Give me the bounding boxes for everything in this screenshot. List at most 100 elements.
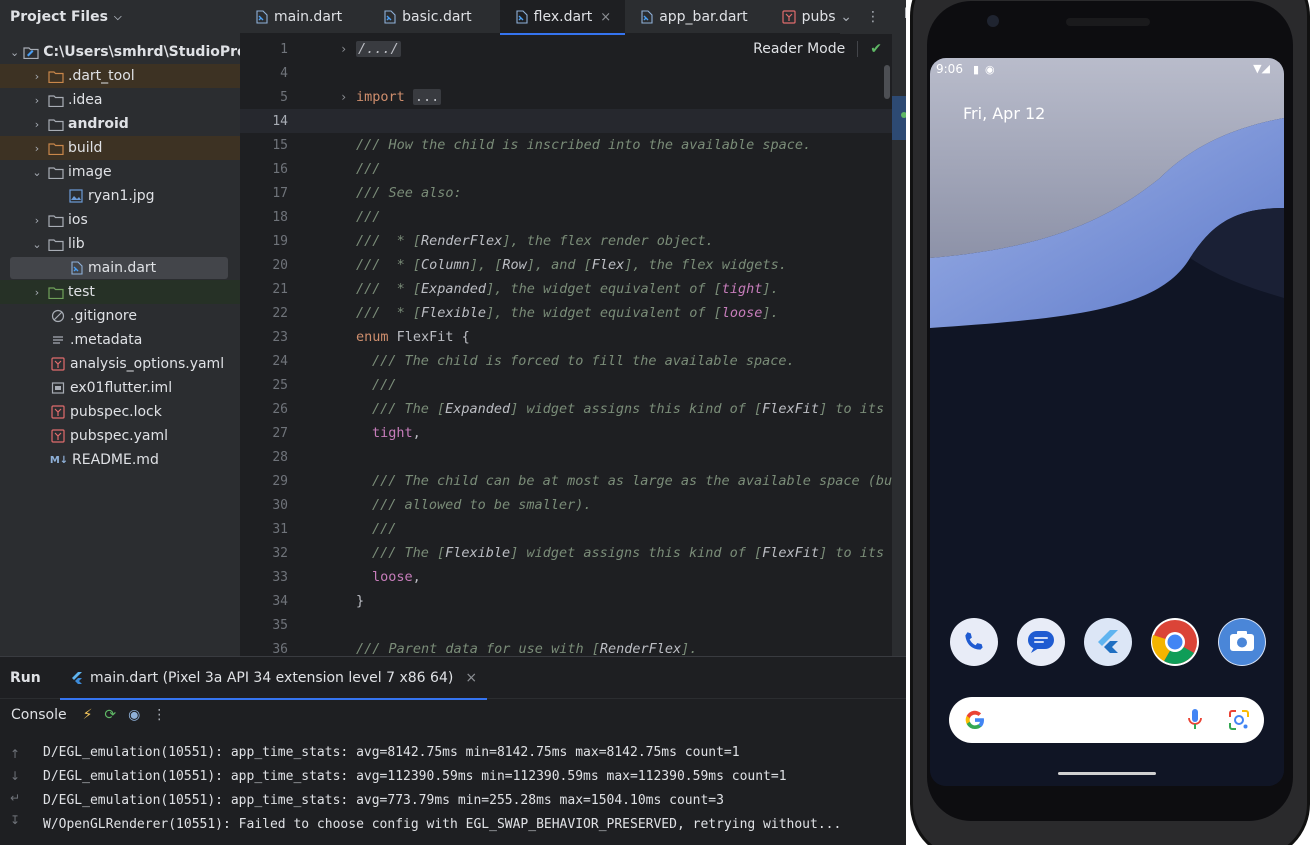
project-files-dropdown[interactable]: Project Files ⌵ bbox=[0, 0, 240, 34]
speaker-grille bbox=[1066, 18, 1150, 26]
line-number: 34 bbox=[272, 593, 288, 609]
tab-app-bar-dart[interactable]: app_bar.dart bbox=[625, 0, 761, 34]
doc-reference[interactable]: FlexFit bbox=[762, 401, 819, 417]
tree-item-main-dart[interactable]: main.dart bbox=[0, 256, 240, 280]
doc-reference[interactable]: Expanded bbox=[445, 401, 510, 417]
chrome-app-icon[interactable] bbox=[1151, 618, 1199, 666]
console-output[interactable]: ↑ ↓ ↵ ↧ D/EGL_emulation(10551): app_time… bbox=[0, 741, 908, 845]
log-line: D/EGL_emulation(10551): app_time_stats: … bbox=[43, 745, 740, 760]
doc-reference[interactable]: Column bbox=[421, 257, 470, 273]
line-number: 22 bbox=[272, 305, 288, 321]
log-line: W/OpenGLRenderer(10551): Failed to choos… bbox=[43, 817, 842, 832]
chevron-right-icon[interactable]: › bbox=[30, 142, 44, 155]
chevron-down-icon[interactable]: ⌄ bbox=[30, 238, 44, 251]
code-editor[interactable]: Reader Mode ✔ 1 › /.../ 4 5 › import ...… bbox=[240, 35, 892, 656]
code-line: 21 /// * [Expanded], the widget equivale… bbox=[240, 277, 892, 301]
phone-app-icon[interactable] bbox=[950, 618, 998, 666]
tree-item-label: main.dart bbox=[88, 260, 157, 276]
soft-wrap-icon[interactable]: ↵ bbox=[10, 791, 20, 805]
chevron-right-icon[interactable]: › bbox=[30, 286, 44, 299]
tool-window-indicator[interactable] bbox=[892, 96, 906, 140]
tree-item-idea[interactable]: › .idea bbox=[0, 88, 240, 112]
hot-reload-icon[interactable]: ⚡ bbox=[83, 707, 93, 723]
tree-item-root[interactable]: ⌄ C:\Users\smhrd\StudioProjec bbox=[0, 40, 240, 64]
google-logo-icon bbox=[965, 710, 984, 730]
tree-item-dart-tool[interactable]: › .dart_tool bbox=[0, 64, 240, 88]
more-vertical-icon[interactable]: ⋮ bbox=[866, 9, 880, 25]
run-tab-main-dart[interactable]: main.dart (Pixel 3a API 34 extension lev… bbox=[60, 657, 488, 700]
tree-item-gitignore[interactable]: .gitignore bbox=[0, 304, 240, 328]
tab-label: main.dart bbox=[274, 9, 343, 25]
fold-arrow-icon[interactable]: › bbox=[340, 42, 347, 56]
doc-reference[interactable]: RenderFlex bbox=[600, 641, 681, 656]
comment: /// * [ bbox=[356, 233, 422, 249]
doc-reference[interactable]: Expanded bbox=[421, 281, 486, 297]
microphone-icon[interactable] bbox=[1188, 709, 1202, 731]
doc-reference[interactable]: Flexible bbox=[421, 305, 486, 321]
scroll-up-icon[interactable]: ↑ bbox=[10, 747, 20, 761]
doc-reference[interactable]: Row bbox=[502, 257, 526, 273]
close-icon[interactable]: × bbox=[600, 10, 611, 25]
line-number: 25 bbox=[272, 377, 288, 393]
scroll-down-icon[interactable]: ↓ bbox=[10, 769, 20, 783]
tree-item-iml[interactable]: ex01flutter.iml bbox=[0, 376, 240, 400]
more-vertical-icon[interactable]: ⋮ bbox=[152, 707, 166, 723]
folded-region[interactable]: /.../ bbox=[356, 41, 401, 57]
tree-item-readme[interactable]: M↓ README.md bbox=[0, 448, 240, 472]
doc-reference[interactable]: tight bbox=[722, 281, 763, 297]
chevron-right-icon[interactable]: › bbox=[30, 214, 44, 227]
close-icon[interactable]: × bbox=[465, 670, 477, 686]
hot-restart-icon[interactable]: ⟳ bbox=[104, 707, 116, 723]
doc-reference[interactable]: loose bbox=[722, 305, 763, 321]
fold-arrow-icon[interactable]: › bbox=[340, 90, 347, 104]
line-number: 4 bbox=[280, 65, 288, 81]
google-lens-icon[interactable] bbox=[1227, 708, 1251, 732]
console-tab[interactable]: Console bbox=[11, 707, 67, 723]
closing-brace: } bbox=[356, 593, 365, 609]
messages-app-icon[interactable] bbox=[1017, 618, 1065, 666]
doc-reference[interactable]: FlexFit bbox=[762, 545, 819, 561]
chevron-down-icon[interactable]: ⌄ bbox=[840, 9, 852, 25]
tree-item-image[interactable]: ⌄ image bbox=[0, 160, 240, 184]
tab-pubspec[interactable]: pubs bbox=[762, 0, 850, 34]
code-line: 24 /// The child is forced to fill the a… bbox=[240, 349, 892, 373]
flutter-app-icon[interactable] bbox=[1084, 618, 1132, 666]
tree-item-ios[interactable]: › ios bbox=[0, 208, 240, 232]
chevron-down-icon[interactable]: ⌄ bbox=[30, 166, 44, 179]
tree-item-test[interactable]: › test bbox=[0, 280, 240, 304]
google-search-bar[interactable] bbox=[949, 697, 1264, 743]
doc-reference[interactable]: Flexible bbox=[445, 545, 510, 561]
doc-reference[interactable]: RenderFlex bbox=[421, 233, 502, 249]
comment: /// * [ bbox=[356, 281, 422, 297]
camera-app-icon[interactable] bbox=[1218, 618, 1266, 666]
code-line: 26 /// The [Expanded] widget assigns thi… bbox=[240, 397, 892, 421]
folded-region[interactable]: ... bbox=[412, 89, 442, 105]
ignore-file-icon bbox=[50, 308, 66, 324]
chevron-right-icon[interactable]: › bbox=[30, 118, 44, 131]
tree-item-lib[interactable]: ⌄ lib bbox=[0, 232, 240, 256]
tab-label: flex.dart bbox=[533, 9, 593, 25]
tree-item-ryan1-jpg[interactable]: ryan1.jpg bbox=[0, 184, 240, 208]
chevron-down-icon[interactable]: ⌄ bbox=[10, 46, 19, 59]
scroll-to-end-icon[interactable]: ↧ bbox=[10, 813, 20, 827]
doc-reference[interactable]: Flex bbox=[592, 257, 625, 273]
line-number: 28 bbox=[272, 449, 288, 465]
chevron-right-icon[interactable]: › bbox=[30, 94, 44, 107]
tree-item-pubspec-lock[interactable]: pubspec.lock bbox=[0, 400, 240, 424]
comment: /// bbox=[372, 521, 397, 537]
tree-item-analysis-options[interactable]: analysis_options.yaml bbox=[0, 352, 240, 376]
home-gesture-bar[interactable] bbox=[1058, 772, 1156, 775]
emulator-screen[interactable]: 9:06 ▮ ◉ ▼◢ Fri, Apr 12 bbox=[930, 58, 1284, 786]
tree-item-build[interactable]: › build bbox=[0, 136, 240, 160]
tree-item-metadata[interactable]: .metadata bbox=[0, 328, 240, 352]
tab-main-dart[interactable]: main.dart bbox=[240, 0, 356, 34]
tree-item-android[interactable]: › android bbox=[0, 112, 240, 136]
chevron-right-icon[interactable]: › bbox=[30, 70, 44, 83]
devtools-icon[interactable]: ◉ bbox=[128, 707, 140, 723]
tab-flex-dart[interactable]: flex.dart × bbox=[499, 0, 626, 35]
yaml-file-icon bbox=[50, 428, 66, 444]
tree-item-pubspec-yaml[interactable]: pubspec.yaml bbox=[0, 424, 240, 448]
tab-basic-dart[interactable]: basic.dart bbox=[356, 0, 486, 34]
home-date[interactable]: Fri, Apr 12 bbox=[963, 104, 1045, 123]
yaml-file-icon bbox=[50, 404, 66, 420]
